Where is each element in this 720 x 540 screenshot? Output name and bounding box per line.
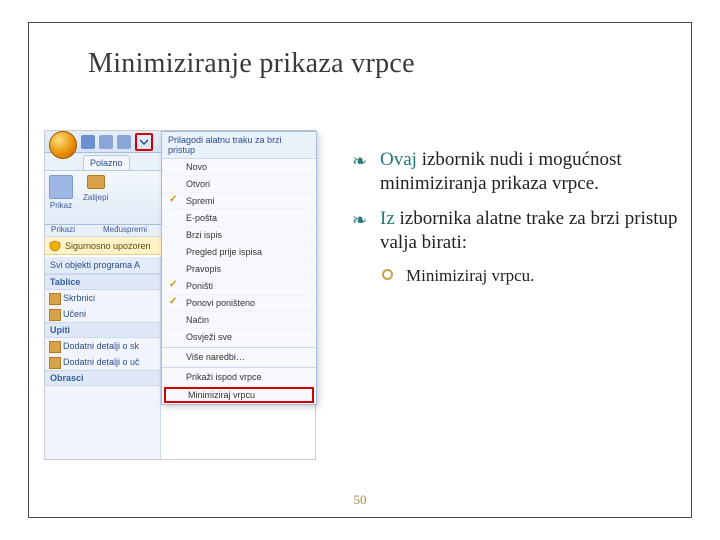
qat-undo-icon[interactable]	[99, 135, 113, 149]
view-icon	[49, 175, 73, 199]
sub-bullet-1-text: Minimiziraj vrpcu.	[406, 266, 534, 285]
menu-title: Prilagodi alatnu traku za brzi pristup	[162, 132, 316, 159]
nav-category-queries[interactable]: Upiti	[45, 322, 160, 338]
office-button-icon[interactable]	[49, 131, 77, 159]
menu-item-open[interactable]: Otvori	[162, 176, 316, 193]
section-views: Prikazi	[51, 225, 75, 236]
nav-item-table[interactable]: Skrbnici	[45, 290, 160, 306]
nav-header[interactable]: Svi objekti programa A	[45, 257, 160, 274]
menu-item-show-below[interactable]: Prikaži ispod vrpce	[162, 369, 316, 386]
bullet-2-lead: Iz	[380, 208, 395, 229]
menu-item-undo[interactable]: Poništi	[162, 278, 316, 295]
qat-customize-highlight	[135, 133, 153, 151]
ribbon-label: Prikaz	[50, 201, 72, 210]
nav-category-forms[interactable]: Obrasci	[45, 370, 160, 386]
qat-redo-icon[interactable]	[117, 135, 131, 149]
access-screenshot: Polazno Prikaz Zalijepi Prikazi Međuspre…	[44, 130, 316, 460]
page-number: 50	[354, 492, 367, 508]
menu-item-more[interactable]: Više naredbi…	[162, 349, 316, 366]
qat-save-icon[interactable]	[81, 135, 95, 149]
menu-item-mode[interactable]: Način	[162, 312, 316, 329]
menu-item-spelling[interactable]: Pravopis	[162, 261, 316, 278]
nav-category-tables[interactable]: Tablice	[45, 274, 160, 290]
qat-customize-dropdown-icon[interactable]	[139, 137, 149, 147]
nav-item-query[interactable]: Dodatni detalji o uč	[45, 354, 160, 370]
bullet-1-rest: izbornik nudi i mogućnost minimiziranja …	[380, 149, 622, 194]
menu-item-quickprint[interactable]: Brzi ispis	[162, 227, 316, 244]
ribbon-group-view[interactable]: Prikaz	[49, 175, 73, 220]
menu-item-redo[interactable]: Ponovi poništeno	[162, 295, 316, 312]
paste-icon	[87, 175, 105, 189]
qat-customize-menu: Prilagodi alatnu traku za brzi pristup N…	[161, 131, 317, 405]
menu-item-email[interactable]: E-pošta	[162, 210, 316, 227]
menu-separator	[162, 347, 316, 348]
bullet-1: ❧ Ovaj izbornik nudi i mogućnost minimiz…	[352, 148, 700, 197]
bullet-marker-icon: ❧	[352, 150, 367, 173]
warning-text: Sigurnosno upozoren	[65, 241, 151, 251]
bullet-marker-icon: ❧	[352, 209, 367, 232]
menu-item-save[interactable]: Spremi	[162, 193, 316, 210]
tab-home[interactable]: Polazno	[83, 155, 130, 170]
menu-item-preview[interactable]: Pregled prije ispisa	[162, 244, 316, 261]
ribbon-label: Zalijepi	[83, 193, 108, 202]
shield-icon	[49, 240, 61, 252]
section-clipboard: Međuspremi	[103, 225, 147, 236]
menu-item-refresh[interactable]: Osvježi sve	[162, 329, 316, 346]
sub-bullet-marker-icon	[382, 269, 393, 280]
navigation-pane: Svi objekti programa A Tablice Skrbnici …	[45, 257, 161, 459]
nav-item-query[interactable]: Dodatni detalji o sk	[45, 338, 160, 354]
bullet-1-lead: Ovaj	[380, 149, 417, 170]
slide-title: Minimiziranje prikaza vrpce	[88, 48, 415, 80]
sub-bullet-1: Minimiziraj vrpcu.	[352, 265, 700, 287]
menu-item-new[interactable]: Novo	[162, 159, 316, 176]
ribbon-group-paste[interactable]: Zalijepi	[83, 175, 108, 220]
bullet-2-rest: izbornika alatne trake za brzi pristup v…	[380, 208, 678, 253]
menu-item-minimize-ribbon[interactable]: Minimiziraj vrpcu	[164, 387, 314, 403]
menu-separator	[162, 367, 316, 368]
nav-item-table[interactable]: Učeni	[45, 306, 160, 322]
bullet-2: ❧ Iz izbornika alatne trake za brzi pris…	[352, 207, 700, 256]
slide-body: ❧ Ovaj izbornik nudi i mogućnost minimiz…	[352, 148, 700, 287]
